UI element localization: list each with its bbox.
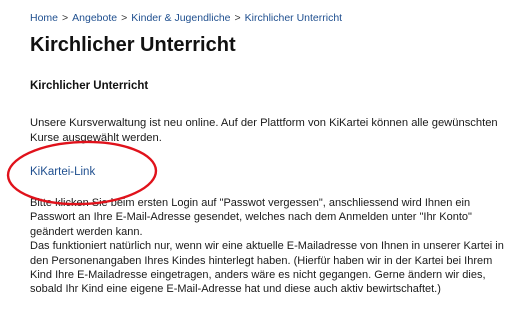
intro-text: Unsere Kursverwaltung ist neu online. Au…: [30, 117, 498, 144]
kikartei-link[interactable]: KiKartei-Link: [30, 166, 95, 178]
instructions-paragraph-login: Bitte klicken Sie beim ersten Login auf …: [30, 197, 472, 238]
instructions-paragraph-email: Das funktioniert natürlich nur, wenn wir…: [30, 240, 504, 296]
breadcrumb-angebote[interactable]: Angebote: [72, 12, 117, 24]
breadcrumb-separator: >: [121, 12, 128, 24]
breadcrumb-separator: >: [234, 12, 241, 24]
section-subheading: Kirchlicher Unterricht: [30, 80, 149, 92]
page-title: Kirchlicher Unterricht: [30, 34, 236, 56]
breadcrumb-current[interactable]: Kirchlicher Unterricht: [245, 12, 342, 24]
breadcrumb-separator: >: [62, 12, 69, 24]
breadcrumb: Home > Angebote > Kinder & Jugendliche > Kirch…: [30, 12, 342, 24]
breadcrumb-kinder-jugendliche[interactable]: Kinder & Jugendliche: [131, 12, 230, 24]
breadcrumb-home[interactable]: Home: [30, 12, 58, 24]
instructions-text: Bitte klicken Sie beim ersten Login auf …: [30, 196, 512, 297]
